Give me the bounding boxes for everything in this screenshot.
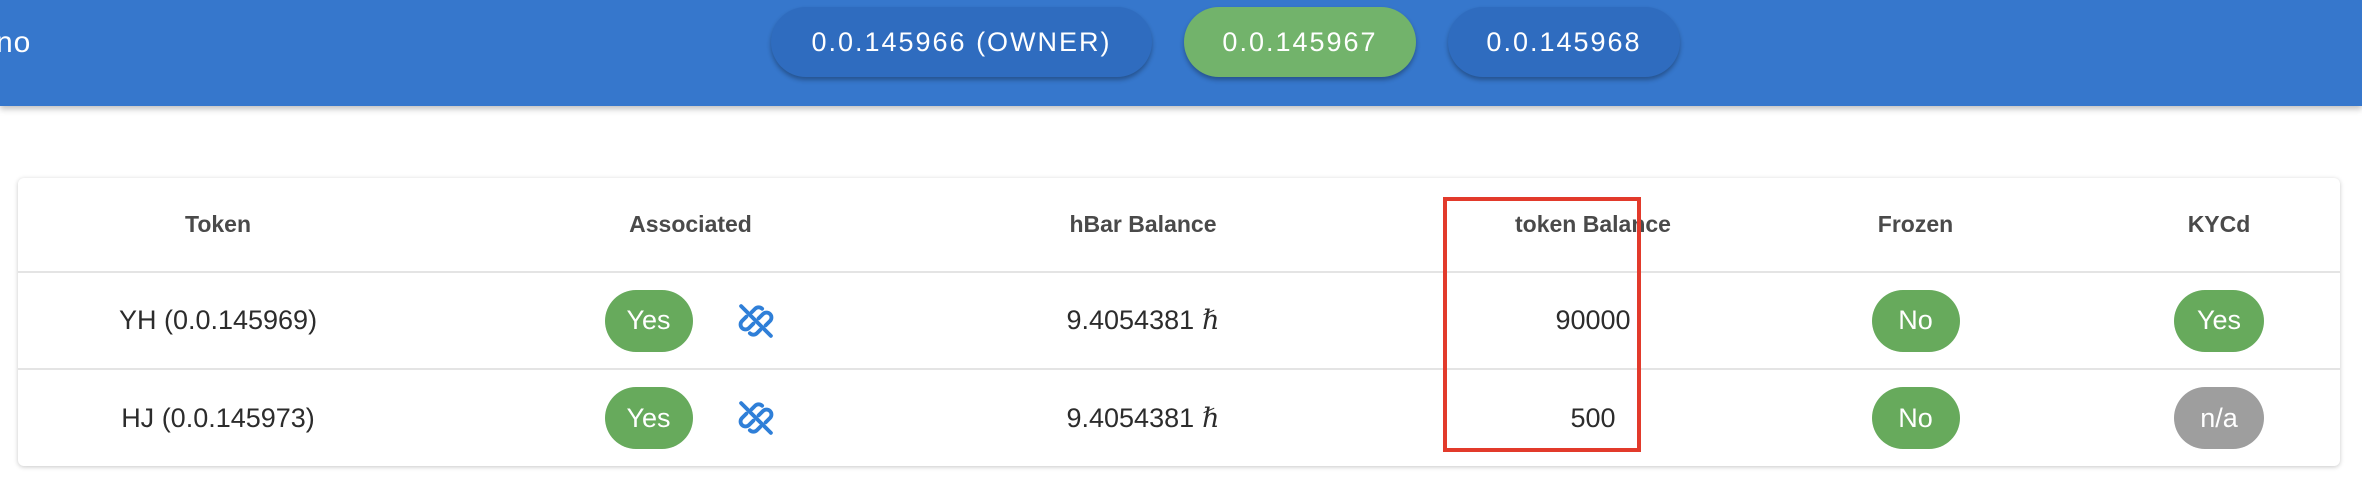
kycd-cell: Yes: [2088, 273, 2350, 368]
hbar-balance-value: 9.4054381: [1066, 402, 1195, 433]
column-header-frozen: Frozen: [1877, 211, 1954, 237]
link-off-icon[interactable]: [735, 300, 777, 342]
associated-badge: Yes: [604, 387, 693, 449]
associated-cell: Yes: [418, 370, 963, 466]
kycd-badge: Yes: [2174, 289, 2264, 352]
hbar-symbol: ℏ: [1202, 305, 1220, 336]
column-header-associated: Associated: [629, 211, 752, 237]
hbar-balance-cell: 9.4054381 ℏ: [963, 370, 1323, 466]
column-header-token-balance: token Balance: [1515, 211, 1671, 237]
kycd-cell: n/a: [2088, 370, 2350, 466]
token-table: Token Associated hBar Balance token Bala…: [18, 178, 2340, 466]
token-balance-cell: 90000: [1555, 305, 1631, 335]
link-off-icon[interactable]: [735, 397, 777, 439]
table-header-row: Token Associated hBar Balance token Bala…: [18, 178, 2340, 273]
column-header-token: Token: [184, 211, 252, 237]
kycd-badge: n/a: [2174, 387, 2264, 449]
table-row: YH (0.0.145969) Yes 9.4054381 ℏ 90000 No…: [18, 273, 2340, 370]
app-title: no: [0, 26, 32, 59]
token-balance-cell: 500: [1570, 402, 1616, 433]
frozen-cell: No: [1743, 370, 2088, 466]
frozen-badge: No: [1871, 289, 1960, 352]
top-app-bar: no 0.0.145966 (OWNER) 0.0.145967 0.0.145…: [0, 0, 2362, 106]
account-button[interactable]: 0.0.145968: [1448, 7, 1680, 77]
column-header-kycd: KYCd: [2187, 211, 2251, 237]
frozen-badge: No: [1871, 387, 1960, 449]
token-cell: HJ (0.0.145973): [121, 402, 315, 433]
associated-badge: Yes: [604, 289, 693, 352]
token-cell: YH (0.0.145969): [118, 305, 318, 335]
hbar-balance-value: 9.4054381: [1066, 305, 1195, 335]
account-button-owner[interactable]: 0.0.145966 (OWNER): [771, 7, 1152, 77]
account-button-active[interactable]: 0.0.145967: [1184, 7, 1416, 77]
frozen-cell: No: [1743, 273, 2088, 368]
column-header-hbar-balance: hBar Balance: [1069, 211, 1217, 237]
hbar-symbol: ℏ: [1202, 402, 1220, 434]
table-row: HJ (0.0.145973) Yes 9.4054381 ℏ 500 No n…: [18, 370, 2340, 466]
associated-cell: Yes: [418, 273, 963, 368]
hbar-balance-cell: 9.4054381 ℏ: [963, 273, 1323, 368]
